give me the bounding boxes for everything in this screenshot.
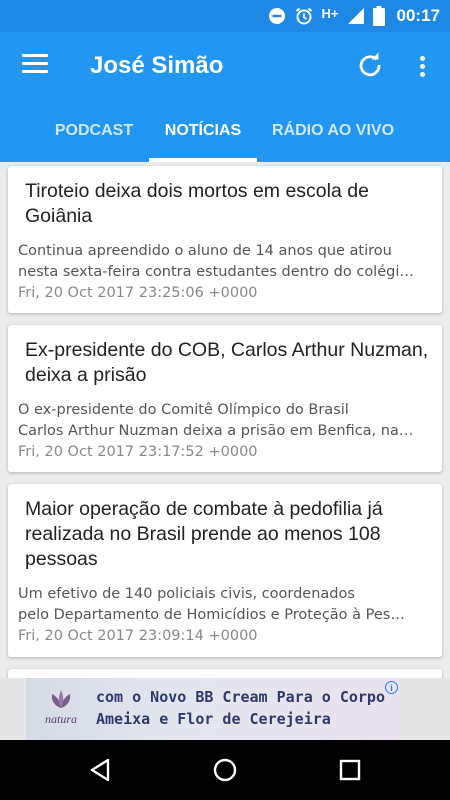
news-description-line: pelo Departamento de Homicídios e Proteç… — [18, 607, 405, 623]
news-title-line: pessoas — [25, 548, 98, 570]
home-icon[interactable] — [209, 754, 241, 786]
news-title-line: Ex-presidente do COB, Carlos Arthur Nuzm… — [25, 339, 429, 361]
overflow-menu-icon[interactable] — [410, 51, 434, 81]
menu-icon[interactable] — [22, 54, 48, 78]
news-date: Fri, 20 Oct 2017 23:09:14 +0000 — [18, 628, 258, 644]
news-title-line: Tiroteio deixa dois mortos em escola de — [25, 180, 369, 202]
alarm-icon — [294, 6, 314, 26]
recents-icon[interactable] — [334, 754, 366, 786]
status-time: 00:17 — [396, 6, 440, 25]
ad-text: com o Novo BB Cream Para o Corpo Ameixa … — [96, 686, 385, 730]
news-title: Ex-presidente do COB, Carlos Arthur Nuzm… — [18, 325, 432, 388]
ad-info-icon[interactable]: i — [385, 681, 398, 694]
news-card[interactable]: Tiroteio deixa dois mortos em escola de … — [8, 166, 442, 313]
signal-icon — [347, 7, 365, 25]
news-title-line: Maior operação de combate à pedofilia já — [25, 498, 383, 520]
tab-noticias[interactable]: NOTÍCIAS — [149, 100, 257, 162]
refresh-icon[interactable] — [356, 51, 384, 79]
tab-podcast[interactable]: PODCAST — [40, 100, 148, 162]
network-type: H+ — [321, 5, 339, 21]
do-not-disturb-icon — [268, 7, 286, 25]
news-description: Um efetivo de 140 policiais civis, coord… — [18, 584, 432, 626]
natura-logo: natura — [32, 688, 90, 736]
news-description: O ex-presidente do Comitê Olímpico do Br… — [18, 400, 432, 442]
news-title: Maior operação de combate à pedofilia já… — [18, 484, 432, 572]
battery-icon — [372, 6, 385, 26]
status-bar: H+ 00:17 — [0, 0, 450, 32]
ad-text-line: com o Novo BB Cream Para o Corpo — [96, 688, 385, 706]
news-date: Fri, 20 Oct 2017 23:25:06 +0000 — [18, 285, 258, 301]
tab-bar: PODCAST NOTÍCIAS RÁDIO AO VIVO — [0, 100, 450, 162]
news-description-line: O ex-presidente do Comitê Olímpico do Br… — [18, 402, 349, 418]
news-card[interactable] — [8, 669, 442, 678]
app-title: José Simão — [90, 52, 224, 79]
news-description-line: Carlos Arthur Nuzman deixa a prisão em B… — [18, 423, 414, 439]
back-icon[interactable] — [84, 754, 116, 786]
ad-text-line: Ameixa e Flor de Cerejeira — [96, 710, 331, 728]
news-title-line: Goiânia — [25, 205, 93, 227]
news-title-line: realizada no Brasil prende ao menos 108 — [25, 523, 381, 545]
tab-radio-ao-vivo[interactable]: RÁDIO AO VIVO — [262, 100, 404, 162]
app-bar: José Simão PODCAST NOTÍCIAS RÁDIO AO VIV… — [0, 32, 450, 162]
news-card[interactable]: Ex-presidente do COB, Carlos Arthur Nuzm… — [8, 325, 442, 472]
ad-banner: natura com o Novo BB Cream Para o Corpo … — [0, 678, 450, 740]
news-date: Fri, 20 Oct 2017 23:17:52 +0000 — [18, 444, 258, 460]
news-description-line: Continua apreendido o aluno de 14 anos q… — [18, 243, 392, 259]
news-description-line: Um efetivo de 140 policiais civis, coord… — [18, 586, 355, 602]
news-title: Tiroteio deixa dois mortos em escola de … — [18, 166, 432, 229]
navigation-bar — [0, 740, 450, 800]
news-description: Continua apreendido o aluno de 14 anos q… — [18, 241, 432, 283]
news-card[interactable]: Maior operação de combate à pedofilia já… — [8, 484, 442, 657]
ad-content[interactable]: natura com o Novo BB Cream Para o Corpo … — [26, 678, 400, 740]
news-feed[interactable]: Tiroteio deixa dois mortos em escola de … — [0, 162, 450, 678]
news-description-line: nesta sexta-feira contra estudantes dent… — [18, 264, 414, 280]
news-title-line: deixa a prisão — [25, 364, 147, 386]
toolbar: José Simão — [0, 32, 450, 100]
ad-brand: natura — [44, 712, 77, 726]
